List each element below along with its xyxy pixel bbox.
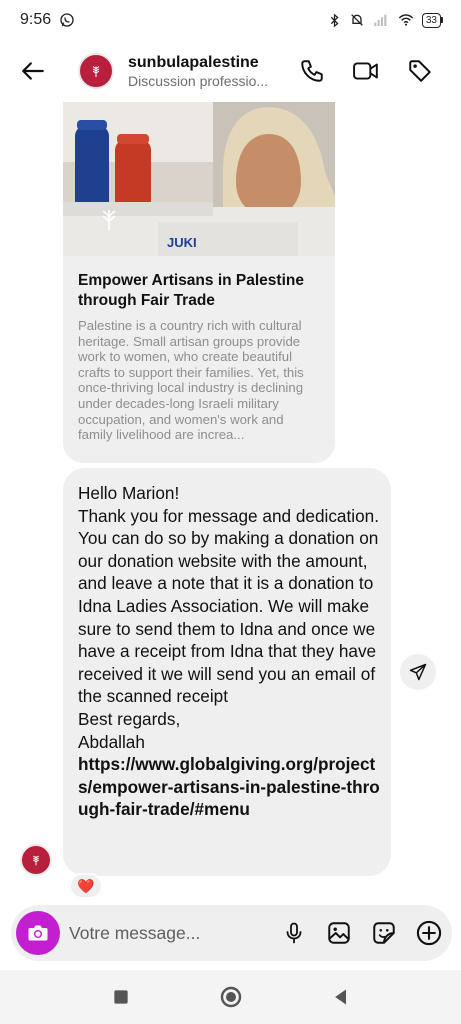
- battery-indicator: 33: [421, 12, 443, 28]
- message-composer: [11, 905, 452, 961]
- image-icon: [328, 922, 350, 944]
- link-preview-image: JUKI: [63, 102, 335, 256]
- whatsapp-icon: [60, 13, 74, 27]
- bluetooth-icon: [330, 13, 339, 27]
- header-actions: [293, 52, 439, 90]
- circle-icon: [220, 986, 241, 1008]
- contact-info[interactable]: sunbulapalestine Discussion professio...: [128, 53, 286, 90]
- add-button[interactable]: [410, 914, 448, 952]
- video-call-button[interactable]: [347, 52, 385, 90]
- arrow-left-icon: [22, 62, 44, 80]
- back-nav-button[interactable]: [326, 982, 356, 1012]
- plus-circle-icon: [416, 920, 442, 946]
- home-button[interactable]: [216, 982, 246, 1012]
- video-camera-icon: [353, 62, 378, 80]
- status-time: 9:56: [20, 11, 52, 28]
- mute-icon: [351, 14, 363, 26]
- send-icon: [409, 663, 427, 681]
- message-bubble[interactable]: Hello Marion! Thank you for message and …: [63, 468, 391, 876]
- wheat-logo-icon: [33, 855, 39, 866]
- message-thread: JUKI Empower Artisans in Palestine throu…: [0, 102, 461, 902]
- wifi-icon: [398, 14, 414, 26]
- link-preview-title: Empower Artisans in Palestine through Fa…: [78, 272, 304, 309]
- voice-message-button[interactable]: [275, 914, 313, 952]
- back-button[interactable]: [14, 52, 52, 90]
- message-link[interactable]: https://www.globalgiving.org/projects/em…: [78, 753, 381, 821]
- svg-text:JUKI: JUKI: [167, 235, 197, 250]
- tag-button[interactable]: [401, 52, 439, 90]
- phone-icon: [301, 60, 323, 82]
- battery-level: 33: [421, 12, 441, 28]
- contact-subtitle: Discussion professio...: [128, 72, 269, 89]
- triangle-back-icon: [334, 989, 346, 1005]
- camera-icon: [28, 925, 48, 941]
- reaction-emoji: ❤️: [77, 877, 95, 894]
- camera-button[interactable]: [16, 911, 60, 955]
- system-nav-bar: [0, 970, 461, 1024]
- artisan-photo: JUKI: [63, 102, 335, 256]
- sticker-icon: [373, 922, 395, 944]
- heart-reaction[interactable]: ❤️: [69, 873, 103, 899]
- message-text: Hello Marion! Thank you for message and …: [78, 483, 379, 752]
- avatar[interactable]: [78, 53, 114, 89]
- share-button[interactable]: [400, 654, 436, 690]
- chat-header: sunbulapalestine Discussion professio...: [0, 40, 461, 102]
- composer-actions: [275, 914, 448, 952]
- wheat-logo-icon: [92, 66, 100, 77]
- signal-icon: [374, 14, 387, 26]
- sender-avatar[interactable]: [20, 844, 52, 876]
- recents-button[interactable]: [106, 982, 136, 1012]
- link-preview-card[interactable]: JUKI Empower Artisans in Palestine throu…: [63, 102, 335, 463]
- status-bar: 9:56 33: [0, 0, 461, 40]
- tag-icon: [409, 60, 431, 82]
- link-preview-description: Palestine is a country rich with cultura…: [78, 318, 304, 443]
- square-icon: [113, 990, 128, 1004]
- status-icons: 33: [327, 12, 443, 28]
- microphone-icon: [286, 922, 302, 944]
- gallery-button[interactable]: [320, 914, 358, 952]
- sticker-button[interactable]: [365, 914, 403, 952]
- message-input[interactable]: [69, 913, 254, 953]
- call-button[interactable]: [293, 52, 331, 90]
- contact-name: sunbulapalestine: [128, 53, 259, 71]
